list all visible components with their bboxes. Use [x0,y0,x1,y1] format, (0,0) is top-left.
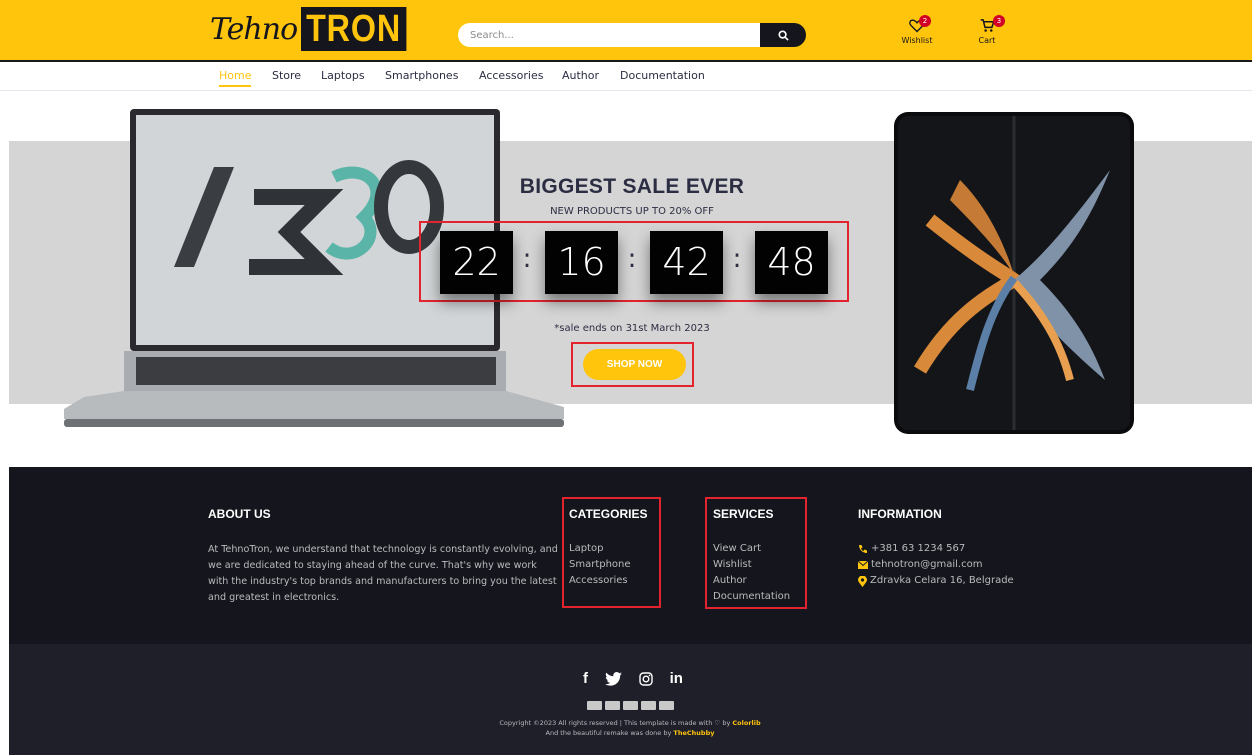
main-nav: Home Store Laptops Smartphones Accessori… [0,63,1252,91]
logo-script-text: Tehno [210,11,298,47]
search-button[interactable] [760,23,806,47]
amex-card-icon [659,701,674,710]
thechubby-link[interactable]: TheChubby [673,729,714,737]
shop-now-button[interactable]: SHOP NOW [583,349,686,380]
nav-item-home[interactable]: Home [219,69,252,87]
service-link-documentation[interactable]: Documentation [713,589,790,605]
copyright-text: Copyright ©2023 All rights reserved | Th… [430,718,830,738]
categories-heading: CATEGORIES [569,507,648,521]
phone-image [894,112,1134,434]
nav-item-author[interactable]: Author [562,69,599,82]
countdown-days: 22 [440,231,513,294]
instagram-icon[interactable] [639,671,653,686]
top-header: Tehno TRON 2 Wishlist 3 Cart [0,0,1252,62]
about-heading: ABOUT US [208,507,271,521]
info-email-text: tehnotron@gmail.com [871,559,983,570]
copyright-line2: And the beautiful remake was done by [545,729,672,737]
wishlist-count-badge: 2 [919,15,931,27]
categories-list: Laptop Smartphone Accessories [569,541,631,589]
footer-bottom [9,644,1252,755]
paypal-card-icon [623,701,638,710]
cart-label: Cart [978,36,996,45]
nav-item-laptops[interactable]: Laptops [321,69,365,82]
phone-icon [859,545,867,553]
countdown-separator: : [732,244,742,274]
service-link-author[interactable]: Author [713,573,790,589]
countdown-separator: : [627,244,637,274]
logo[interactable]: Tehno TRON [210,7,425,51]
search-icon [777,29,789,41]
envelope-icon [858,561,868,569]
info-address-text: Zdravka Celara 16, Belgrade [870,575,1014,586]
nav-item-accessories[interactable]: Accessories [479,69,543,82]
info-phone-text: +381 63 1234 567 [871,543,966,554]
heart-icon: ♡ [714,719,721,727]
nav-item-store[interactable]: Store [272,69,301,82]
nav-item-documentation[interactable]: Documentation [620,69,705,82]
info-address: Zdravka Celara 16, Belgrade [858,573,1014,589]
hero-title: BIGGEST SALE EVER [519,175,745,198]
information-heading: INFORMATION [858,507,942,521]
about-text: At TehnoTron, we understand that technol… [208,544,558,603]
services-list: View Cart Wishlist Author Documentation [713,541,790,605]
countdown-minutes: 42 [650,231,723,294]
visa-card-icon [587,701,602,710]
map-marker-icon [858,575,867,587]
category-link-smartphone[interactable]: Smartphone [569,557,631,573]
category-link-accessories[interactable]: Accessories [569,573,631,589]
cart-count-badge: 3 [993,15,1005,27]
sale-ends-note: *sale ends on 31st March 2023 [554,323,710,334]
cart-link[interactable]: 3 Cart [967,15,1007,45]
copyright-line1: Copyright ©2023 All rights reserved | Th… [499,719,713,727]
payment-methods [587,701,674,710]
category-link-laptop[interactable]: Laptop [569,541,631,557]
wishlist-label: Wishlist [901,36,933,45]
linkedin-icon[interactable]: in [670,670,683,687]
social-links: f in [583,670,683,687]
credit-card-icon [605,701,620,710]
services-heading: SERVICES [713,507,774,521]
mastercard-icon [641,701,656,710]
search-bar [458,23,806,47]
twitter-icon[interactable] [604,671,622,686]
colorlib-link[interactable]: Colorlib [732,719,760,727]
nav-item-smartphones[interactable]: Smartphones [385,69,458,82]
facebook-icon[interactable]: f [583,670,588,687]
search-input[interactable] [458,23,760,47]
wishlist-link[interactable]: 2 Wishlist [897,15,937,45]
hero-subtitle: NEW PRODUCTS UP TO 20% OFF [550,206,714,217]
info-email[interactable]: tehnotron@gmail.com [858,557,1014,573]
info-phone[interactable]: +381 63 1234 567 [858,541,1014,557]
countdown-separator: : [522,244,532,274]
service-link-wishlist[interactable]: Wishlist [713,557,790,573]
information-list: +381 63 1234 567 tehnotron@gmail.com Zdr… [858,541,1014,589]
countdown-hours: 16 [545,231,618,294]
service-link-view-cart[interactable]: View Cart [713,541,790,557]
countdown-seconds: 48 [755,231,828,294]
logo-box-text: TRON [301,7,407,51]
copyright-by: by [722,719,731,727]
